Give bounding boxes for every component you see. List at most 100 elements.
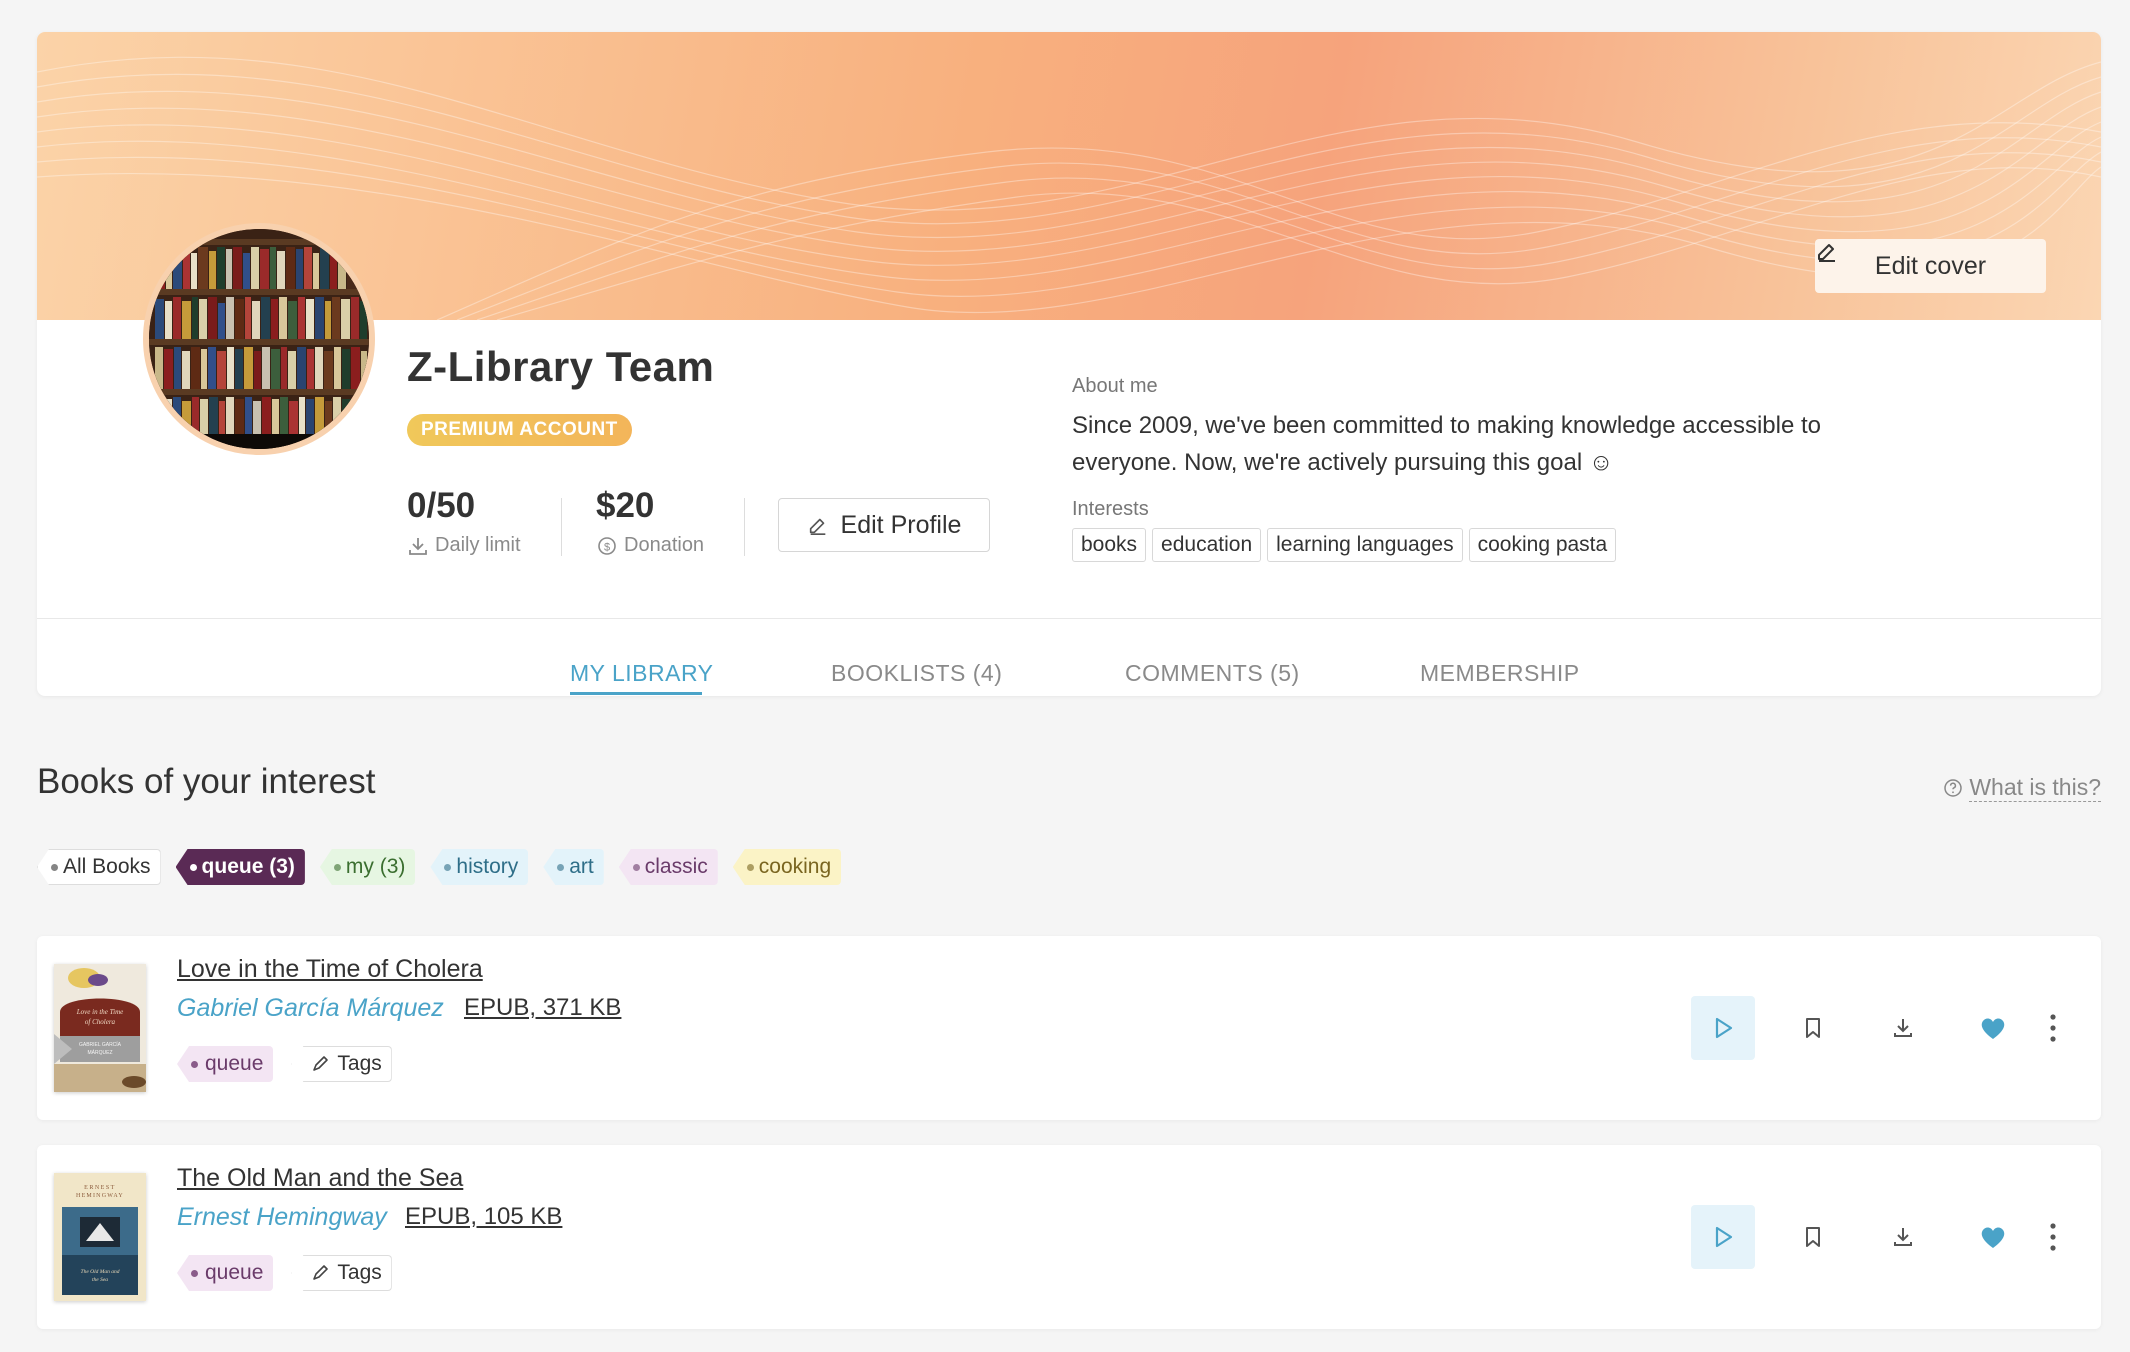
- download-button[interactable]: [1871, 1205, 1935, 1269]
- stat-label-row: $ Donation: [596, 534, 704, 557]
- book-author[interactable]: Ernest Hemingway: [177, 1203, 387, 1232]
- stat-donation: $20 $ Donation: [596, 486, 704, 557]
- premium-badge: PREMIUM ACCOUNT: [407, 414, 632, 446]
- favorite-button[interactable]: [1961, 1205, 2025, 1269]
- interest-tag[interactable]: learning languages: [1267, 528, 1463, 562]
- cover-author-line: MÁRQUEZ: [88, 1049, 113, 1056]
- edit-tags-button[interactable]: Tags: [291, 1255, 392, 1291]
- cover-author-line: HEMINGWAY: [76, 1193, 124, 1199]
- more-vertical-icon: [2050, 1223, 2056, 1251]
- book-format[interactable]: EPUB, 371 KB: [464, 994, 621, 1022]
- read-button[interactable]: [1691, 996, 1755, 1060]
- edit-tags-button[interactable]: Tags: [291, 1046, 392, 1082]
- more-options-button[interactable]: [2033, 1205, 2073, 1269]
- interest-tag[interactable]: books: [1072, 528, 1147, 562]
- svg-text:$: $: [604, 541, 610, 553]
- filter-all-books[interactable]: All Books: [37, 849, 161, 885]
- edit-cover-button[interactable]: Edit cover: [1815, 239, 2046, 293]
- filter-history[interactable]: history: [430, 849, 529, 885]
- read-button[interactable]: [1691, 1205, 1755, 1269]
- profile-card: Edit cover Z-Library Team PREMIUM ACCOUN…: [37, 32, 2101, 696]
- book-item: Love in the Time of Cholera GABRIEL GARC…: [37, 936, 2101, 1120]
- stat-label: Daily limit: [435, 534, 521, 556]
- more-options-button[interactable]: [2033, 996, 2073, 1060]
- book-item: ERNEST HEMINGWAY The Old Man and the Sea…: [37, 1145, 2101, 1329]
- bookmark-icon: [1806, 1227, 1820, 1247]
- pencil-icon: [313, 1056, 329, 1071]
- book-cover[interactable]: ERNEST HEMINGWAY The Old Man and the Sea: [54, 1173, 146, 1301]
- play-icon: [1715, 1226, 1733, 1248]
- download-icon: [1894, 1228, 1912, 1246]
- filter-cooking[interactable]: cooking: [732, 849, 842, 885]
- help-circle-icon: [1944, 779, 1963, 797]
- pencil-icon: [313, 1265, 329, 1280]
- book-tags: queue Tags: [177, 1255, 392, 1291]
- stat-daily-limit: 0/50 Daily limit: [407, 486, 521, 557]
- edit-profile-label: Edit Profile: [840, 510, 962, 539]
- stat-value: 0/50: [407, 486, 476, 525]
- cover-title-line: Love in the Time: [76, 1008, 123, 1016]
- tab-membership[interactable]: MEMBERSHIP: [1420, 660, 1580, 687]
- book-author[interactable]: Gabriel García Márquez: [177, 994, 444, 1023]
- edit-tags-label: Tags: [337, 1261, 382, 1284]
- download-icon: [409, 537, 427, 555]
- filter-queue[interactable]: queue (3): [175, 849, 305, 885]
- stat-label: Donation: [624, 534, 705, 556]
- bookshelf-image: [149, 229, 369, 449]
- book-title[interactable]: Love in the Time of Cholera: [177, 955, 483, 984]
- section-title: Books of your interest: [37, 762, 376, 801]
- cover-author-line: ERNEST: [84, 1185, 116, 1191]
- filter-my[interactable]: my (3): [319, 849, 416, 885]
- dollar-circle-icon: $: [598, 536, 616, 555]
- bookmark-icon: [1806, 1018, 1820, 1038]
- interests-label: Interests: [1072, 498, 1149, 520]
- favorite-button[interactable]: [1961, 996, 2025, 1060]
- book-format[interactable]: EPUB, 105 KB: [405, 1203, 562, 1231]
- tab-comments[interactable]: COMMENTS (5): [1125, 660, 1300, 687]
- stat-divider: [561, 498, 562, 556]
- profile-name: Z-Library Team: [407, 343, 715, 390]
- heart-icon: [1981, 1018, 2005, 1039]
- stat-label-row: Daily limit: [407, 534, 521, 557]
- download-icon: [1894, 1019, 1912, 1037]
- edit-profile-button[interactable]: Edit Profile: [778, 498, 990, 552]
- about-label: About me: [1072, 375, 1158, 397]
- pencil-icon: [809, 518, 825, 535]
- tabs-divider: [37, 618, 2101, 619]
- cover-title-line: The Old Man and: [81, 1269, 120, 1275]
- book-cover[interactable]: Love in the Time of Cholera GABRIEL GARC…: [54, 964, 146, 1092]
- profile-page: Edit cover Z-Library Team PREMIUM ACCOUN…: [0, 0, 2130, 1352]
- book-tag-queue[interactable]: queue: [177, 1255, 274, 1291]
- about-text: Since 2009, we've been committed to maki…: [1072, 412, 1822, 476]
- cover-title-line: of Cholera: [85, 1018, 116, 1026]
- tab-booklists[interactable]: BOOKLISTS (4): [831, 660, 1002, 687]
- filter-tags: All Books queue (3) my (3) history art c…: [37, 849, 842, 885]
- play-icon: [1715, 1017, 1733, 1039]
- filter-art[interactable]: art: [543, 849, 604, 885]
- stat-divider: [744, 498, 745, 556]
- active-tab-indicator: [570, 692, 702, 695]
- book-cover-image: Love in the Time of Cholera GABRIEL GARC…: [54, 964, 146, 1092]
- what-is-this-link[interactable]: What is this?: [1943, 774, 2101, 802]
- tab-my-library[interactable]: MY LIBRARY: [570, 660, 713, 687]
- edit-tags-label: Tags: [337, 1052, 382, 1075]
- heart-icon: [1981, 1227, 2005, 1248]
- filter-classic[interactable]: classic: [618, 849, 718, 885]
- download-button[interactable]: [1871, 996, 1935, 1060]
- what-is-this-label: What is this?: [1969, 774, 2101, 802]
- interest-tag[interactable]: education: [1152, 528, 1262, 562]
- more-vertical-icon: [2050, 1014, 2056, 1042]
- bookmark-button[interactable]: [1781, 996, 1845, 1060]
- interest-tags: books education learning languages cooki…: [1072, 528, 1617, 562]
- cover-author-line: GABRIEL GARCÍA: [79, 1041, 122, 1048]
- pencil-icon: [1818, 244, 1835, 262]
- stat-value: $20: [596, 486, 655, 525]
- bookmark-button[interactable]: [1781, 1205, 1845, 1269]
- book-tags: queue Tags: [177, 1046, 392, 1082]
- edit-cover-label: Edit cover: [1874, 251, 1987, 280]
- book-tag-queue[interactable]: queue: [177, 1046, 274, 1082]
- book-title[interactable]: The Old Man and the Sea: [177, 1164, 463, 1193]
- cover-title-line: the Sea: [92, 1277, 108, 1283]
- avatar[interactable]: [143, 223, 375, 455]
- interest-tag[interactable]: cooking pasta: [1468, 528, 1617, 562]
